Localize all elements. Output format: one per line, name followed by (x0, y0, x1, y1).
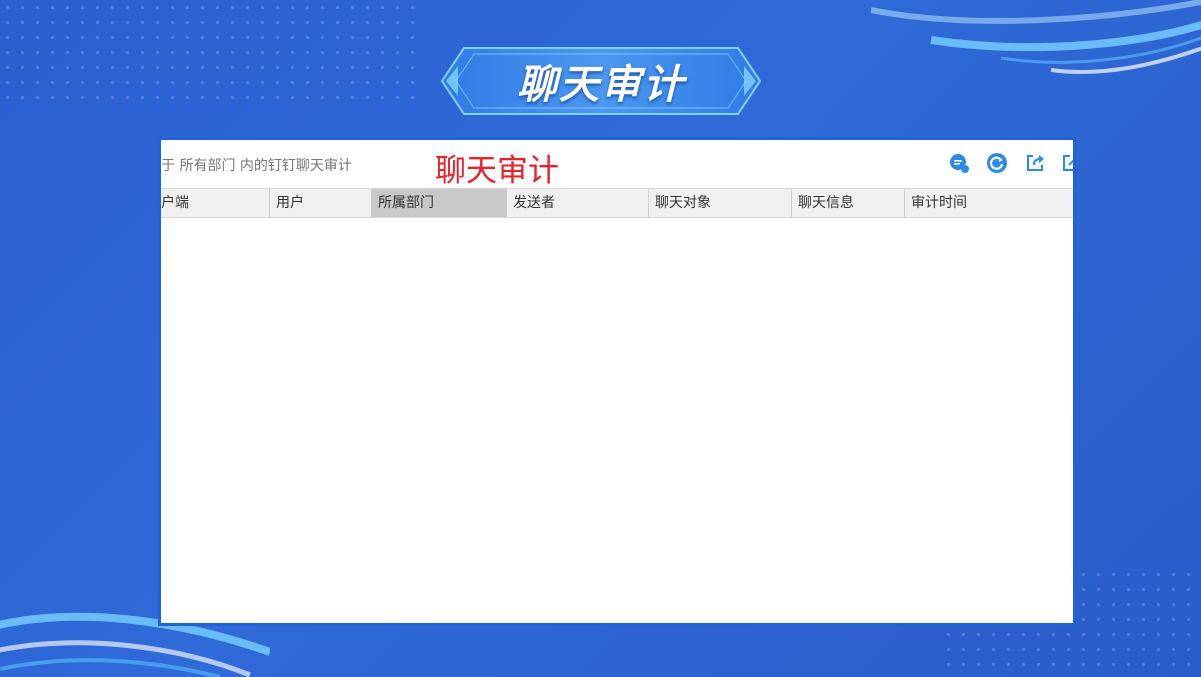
column-header-chat-message[interactable]: 聊天信息 (792, 189, 905, 217)
table-body (161, 218, 1073, 623)
dot-pattern-top-left (0, 0, 420, 110)
chat-audit-panel: 于 所有部门 内的钉钉聊天审计 聊天审计 户端 用户 所属部门 发送者 聊天对象… (158, 137, 1076, 626)
column-header-department[interactable]: 所属部门 (372, 189, 507, 217)
swoosh-decoration-top-right (870, 0, 1201, 74)
slide-background: 聊天审计 于 所有部门 内的钉钉聊天审计 聊天审计 户端 用户 所属部门 发送者… (0, 0, 1201, 677)
scope-description: 于 所有部门 内的钉钉聊天审计 (161, 158, 352, 174)
column-header-client[interactable]: 户端 (161, 189, 270, 217)
column-header-user[interactable]: 用户 (270, 189, 372, 217)
external-link-icon[interactable] (1059, 151, 1073, 175)
export-icon[interactable] (1023, 151, 1047, 175)
title-badge: 聊天审计 (438, 44, 764, 118)
column-header-audit-time[interactable]: 审计时间 (905, 189, 1073, 217)
column-header-chat-target[interactable]: 聊天对象 (649, 189, 792, 217)
refresh-icon[interactable] (985, 151, 1009, 175)
slide-title: 聊天审计 (517, 62, 685, 108)
column-header-sender[interactable]: 发送者 (507, 189, 649, 217)
panel-toolbar: 于 所有部门 内的钉钉聊天审计 聊天审计 (161, 140, 1073, 188)
table-header: 户端 用户 所属部门 发送者 聊天对象 聊天信息 审计时间 (161, 188, 1073, 218)
annotation-caption: 聊天审计 (435, 153, 559, 189)
chat-bubble-icon[interactable] (947, 151, 971, 175)
